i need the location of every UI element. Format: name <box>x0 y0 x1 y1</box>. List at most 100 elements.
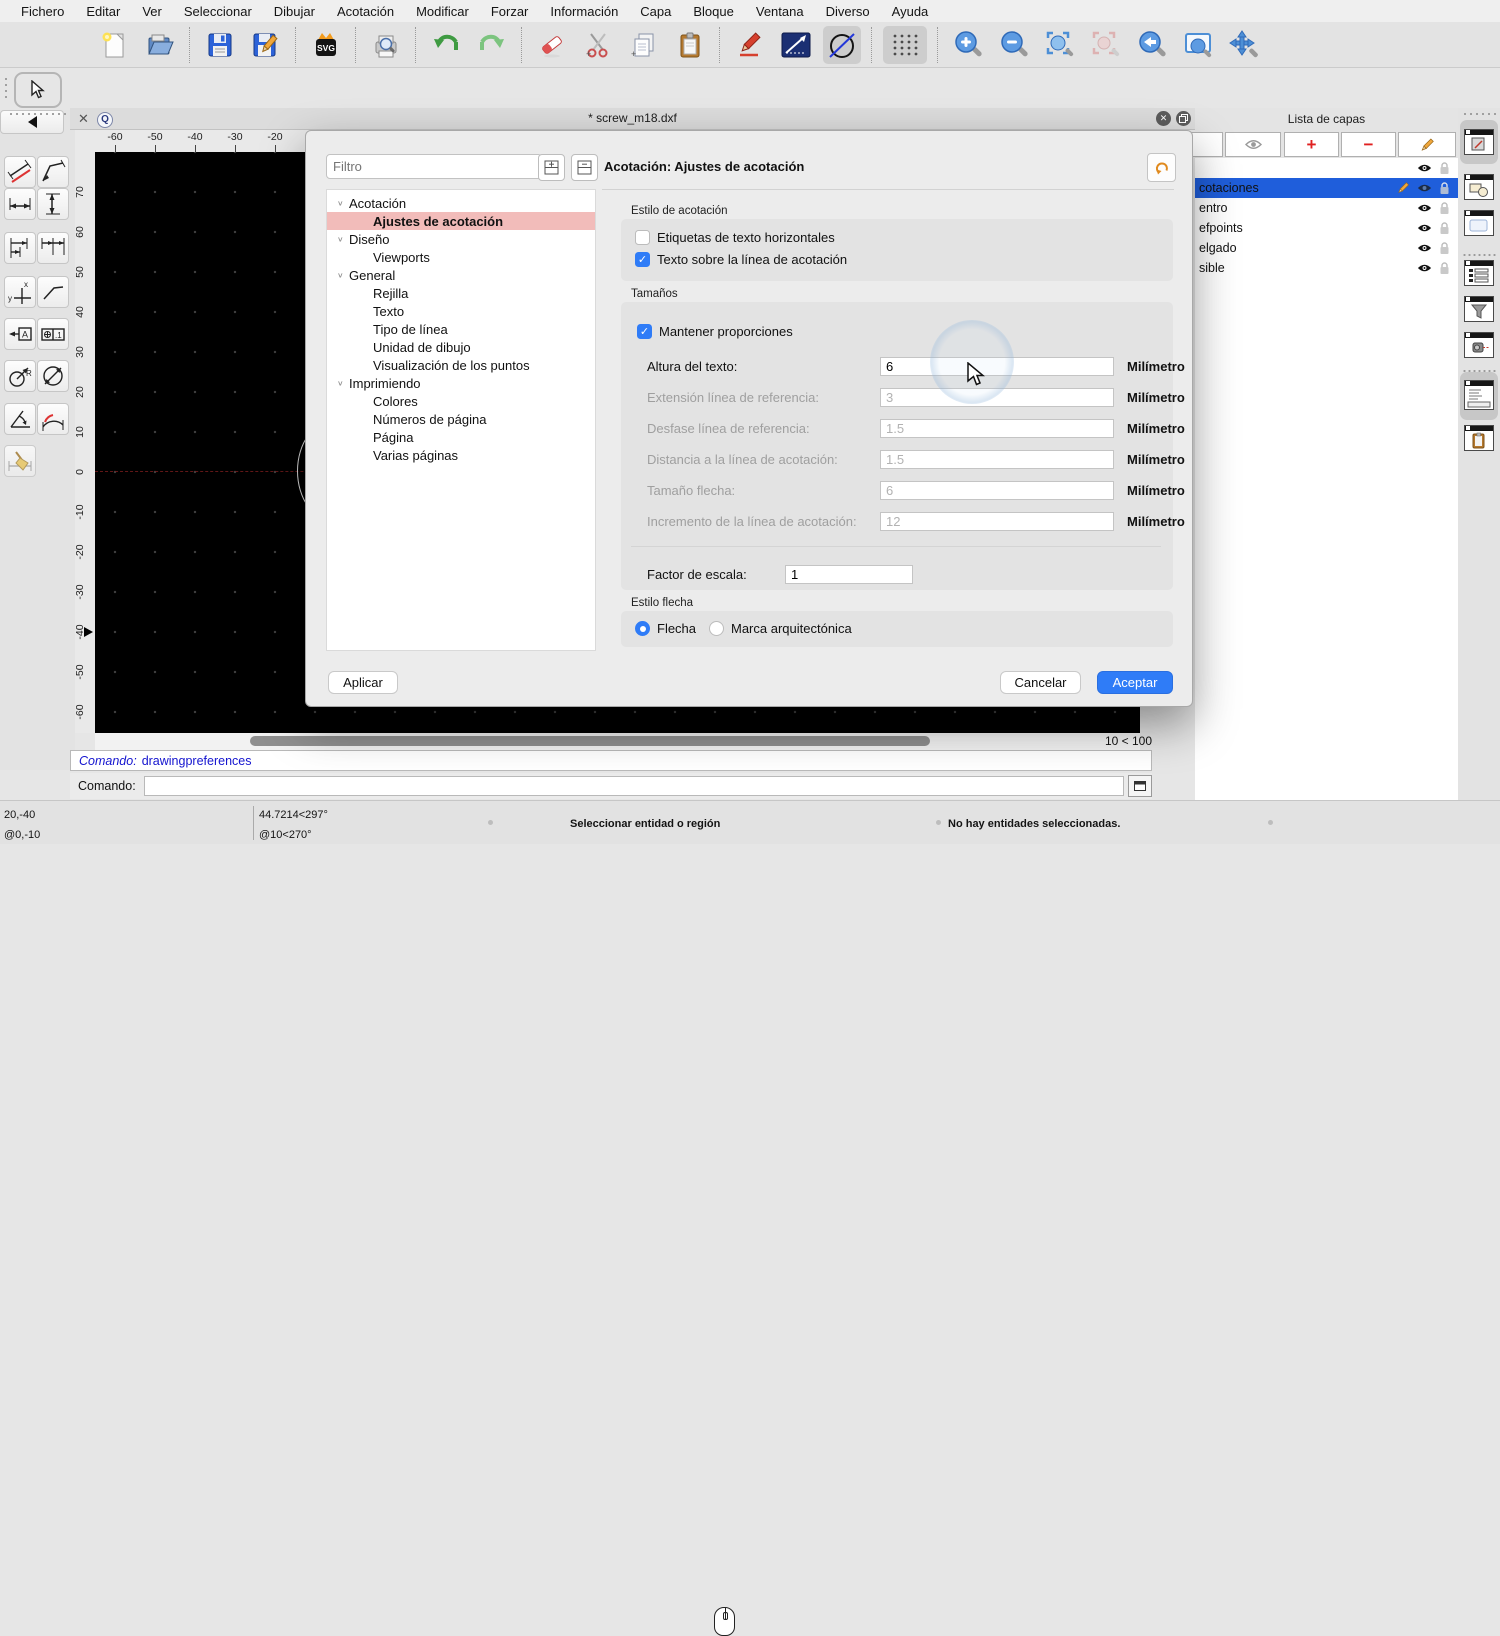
dock-command-list-icon[interactable] <box>1464 260 1494 286</box>
remove-layer-button[interactable]: − <box>1341 132 1396 157</box>
window-close-icon[interactable]: ✕ <box>1156 111 1171 126</box>
checkbox-etiquetas-horizontales[interactable]: Etiquetas de texto horizontales <box>635 230 835 245</box>
dock-filter-icon[interactable] <box>1464 296 1494 322</box>
selection-tool-button[interactable] <box>14 72 62 108</box>
line-tool-icon[interactable] <box>777 26 815 64</box>
edit-layer-button[interactable] <box>1398 132 1456 157</box>
command-input[interactable] <box>144 776 1125 796</box>
delete-eraser-icon[interactable] <box>533 26 571 64</box>
dim-text-button[interactable]: A <box>4 318 36 350</box>
dim-angular-button[interactable] <box>4 403 36 435</box>
save-icon[interactable] <box>201 26 239 64</box>
dim-radius-button[interactable]: R <box>4 360 36 392</box>
tree-item-varias-paginas[interactable]: Varias páginas <box>327 446 596 464</box>
eye-icon[interactable] <box>1417 163 1432 173</box>
tree-item-unidad-de-dibujo[interactable]: Unidad de dibujo <box>327 338 596 356</box>
layer-row[interactable]: sible <box>1195 258 1458 278</box>
cancel-button[interactable]: Cancelar <box>1000 671 1081 694</box>
dim-vertical-button[interactable] <box>37 188 69 220</box>
draw-pencil-icon[interactable] <box>731 26 769 64</box>
menu-forzar[interactable]: Forzar <box>480 4 540 19</box>
tree-item-imprimiendo[interactable]: ∨Imprimiendo <box>327 374 595 392</box>
tree-filter-input[interactable] <box>326 154 542 179</box>
redo-icon[interactable] <box>473 26 511 64</box>
dock-pen-settings-icon[interactable] <box>1464 332 1494 358</box>
menu-ayuda[interactable]: Ayuda <box>881 4 940 19</box>
radio-unselected[interactable] <box>709 621 724 636</box>
tree-item-tipo-de-linea[interactable]: Tipo de línea <box>327 320 596 338</box>
tree-item-pagina[interactable]: Página <box>327 428 596 446</box>
eye-icon[interactable] <box>1417 243 1432 253</box>
menu-bloque[interactable]: Bloque <box>682 4 744 19</box>
lock-icon[interactable] <box>1439 182 1450 195</box>
layer-row[interactable]: efpoints <box>1195 218 1458 238</box>
menu-ver[interactable]: Ver <box>131 4 173 19</box>
eye-icon[interactable] <box>1417 263 1432 273</box>
reset-defaults-button[interactable] <box>1147 153 1176 182</box>
tree-item-acotacion[interactable]: ∨Acotación <box>327 194 595 212</box>
tree-item-visualizacion-puntos[interactable]: Visualización de los puntos <box>327 356 596 374</box>
tree-item-colores[interactable]: Colores <box>327 392 596 410</box>
dock-command-line-icon[interactable] <box>1464 380 1494 410</box>
save-as-icon[interactable] <box>247 26 285 64</box>
print-preview-icon[interactable] <box>367 26 405 64</box>
lock-icon[interactable] <box>1439 202 1450 215</box>
undo-icon[interactable] <box>427 26 465 64</box>
radio-marca-arquitectonica[interactable]: Marca arquitectónica <box>709 621 852 636</box>
scrollbar-thumb[interactable] <box>250 736 930 746</box>
tree-item-viewports[interactable]: Viewports <box>327 248 596 266</box>
copy-icon[interactable]: + <box>625 26 663 64</box>
dim-ordinate-button[interactable]: xy <box>4 276 36 308</box>
expand-all-button[interactable] <box>538 154 565 181</box>
dock-library-icon[interactable] <box>1464 210 1494 236</box>
svg-export-icon[interactable]: SVG <box>307 26 345 64</box>
zoom-out-icon[interactable] <box>995 26 1033 64</box>
apply-button[interactable]: Aplicar <box>328 671 398 694</box>
dock-layer-list-icon[interactable] <box>1464 129 1494 155</box>
menu-editar[interactable]: Editar <box>75 4 131 19</box>
new-document-icon[interactable] <box>95 26 133 64</box>
dim-angled-button[interactable] <box>37 156 69 188</box>
checkbox-checked[interactable]: ✓ <box>635 252 650 267</box>
document-tab-title[interactable]: * screw_m18.dxf <box>70 108 1195 129</box>
tree-item-numeros-de-pagina[interactable]: Números de página <box>327 410 596 428</box>
lock-icon[interactable] <box>1439 222 1450 235</box>
tree-item-ajustes-de-acotacion[interactable]: Ajustes de acotación <box>327 212 596 230</box>
factor-escala-input[interactable] <box>785 565 913 584</box>
layer-row-selected[interactable]: cotaciones <box>1195 178 1458 198</box>
radio-selected[interactable] <box>635 621 650 636</box>
dock-block-list-icon[interactable] <box>1464 174 1494 200</box>
menu-informacion[interactable]: Información <box>539 4 629 19</box>
paste-icon[interactable] <box>671 26 709 64</box>
dim-tolerance-button[interactable]: .1 <box>37 318 69 350</box>
layer-visibility-button[interactable] <box>1225 132 1281 157</box>
menu-dibujar[interactable]: Dibujar <box>263 4 326 19</box>
tab-close-icon[interactable]: ✕ <box>78 111 89 127</box>
checkbox-mantener-proporciones[interactable]: ✓ Mantener proporciones <box>637 324 793 339</box>
collapse-all-button[interactable] <box>571 154 598 181</box>
dim-diameter-button[interactable] <box>37 360 69 392</box>
checkbox-checked[interactable]: ✓ <box>637 324 652 339</box>
accept-button[interactable]: Aceptar <box>1097 671 1173 694</box>
menu-ventana[interactable]: Ventana <box>745 4 815 19</box>
dim-horizontal-button[interactable] <box>4 188 36 220</box>
dim-cleanup-button[interactable] <box>4 445 36 477</box>
open-file-icon[interactable] <box>141 26 179 64</box>
grid-toggle-icon[interactable] <box>883 26 927 64</box>
eye-icon[interactable] <box>1417 203 1432 213</box>
tree-item-general[interactable]: ∨General <box>327 266 595 284</box>
dim-aligned-button[interactable] <box>4 156 36 188</box>
menu-acotacion[interactable]: Acotación <box>326 4 405 19</box>
menu-modificar[interactable]: Modificar <box>405 4 480 19</box>
zoom-previous-icon[interactable] <box>1087 26 1125 64</box>
menu-diverso[interactable]: Diverso <box>815 4 881 19</box>
radio-flecha[interactable]: Flecha <box>635 621 696 636</box>
lock-icon[interactable] <box>1439 162 1450 175</box>
command-detach-button[interactable] <box>1128 775 1152 797</box>
circle-tool-icon[interactable] <box>823 26 861 64</box>
layer-row[interactable]: entro <box>1195 198 1458 218</box>
menu-capa[interactable]: Capa <box>629 4 682 19</box>
zoom-auto-icon[interactable] <box>1041 26 1079 64</box>
menu-fichero[interactable]: Fichero <box>10 4 75 19</box>
cut-icon[interactable]: + <box>579 26 617 64</box>
